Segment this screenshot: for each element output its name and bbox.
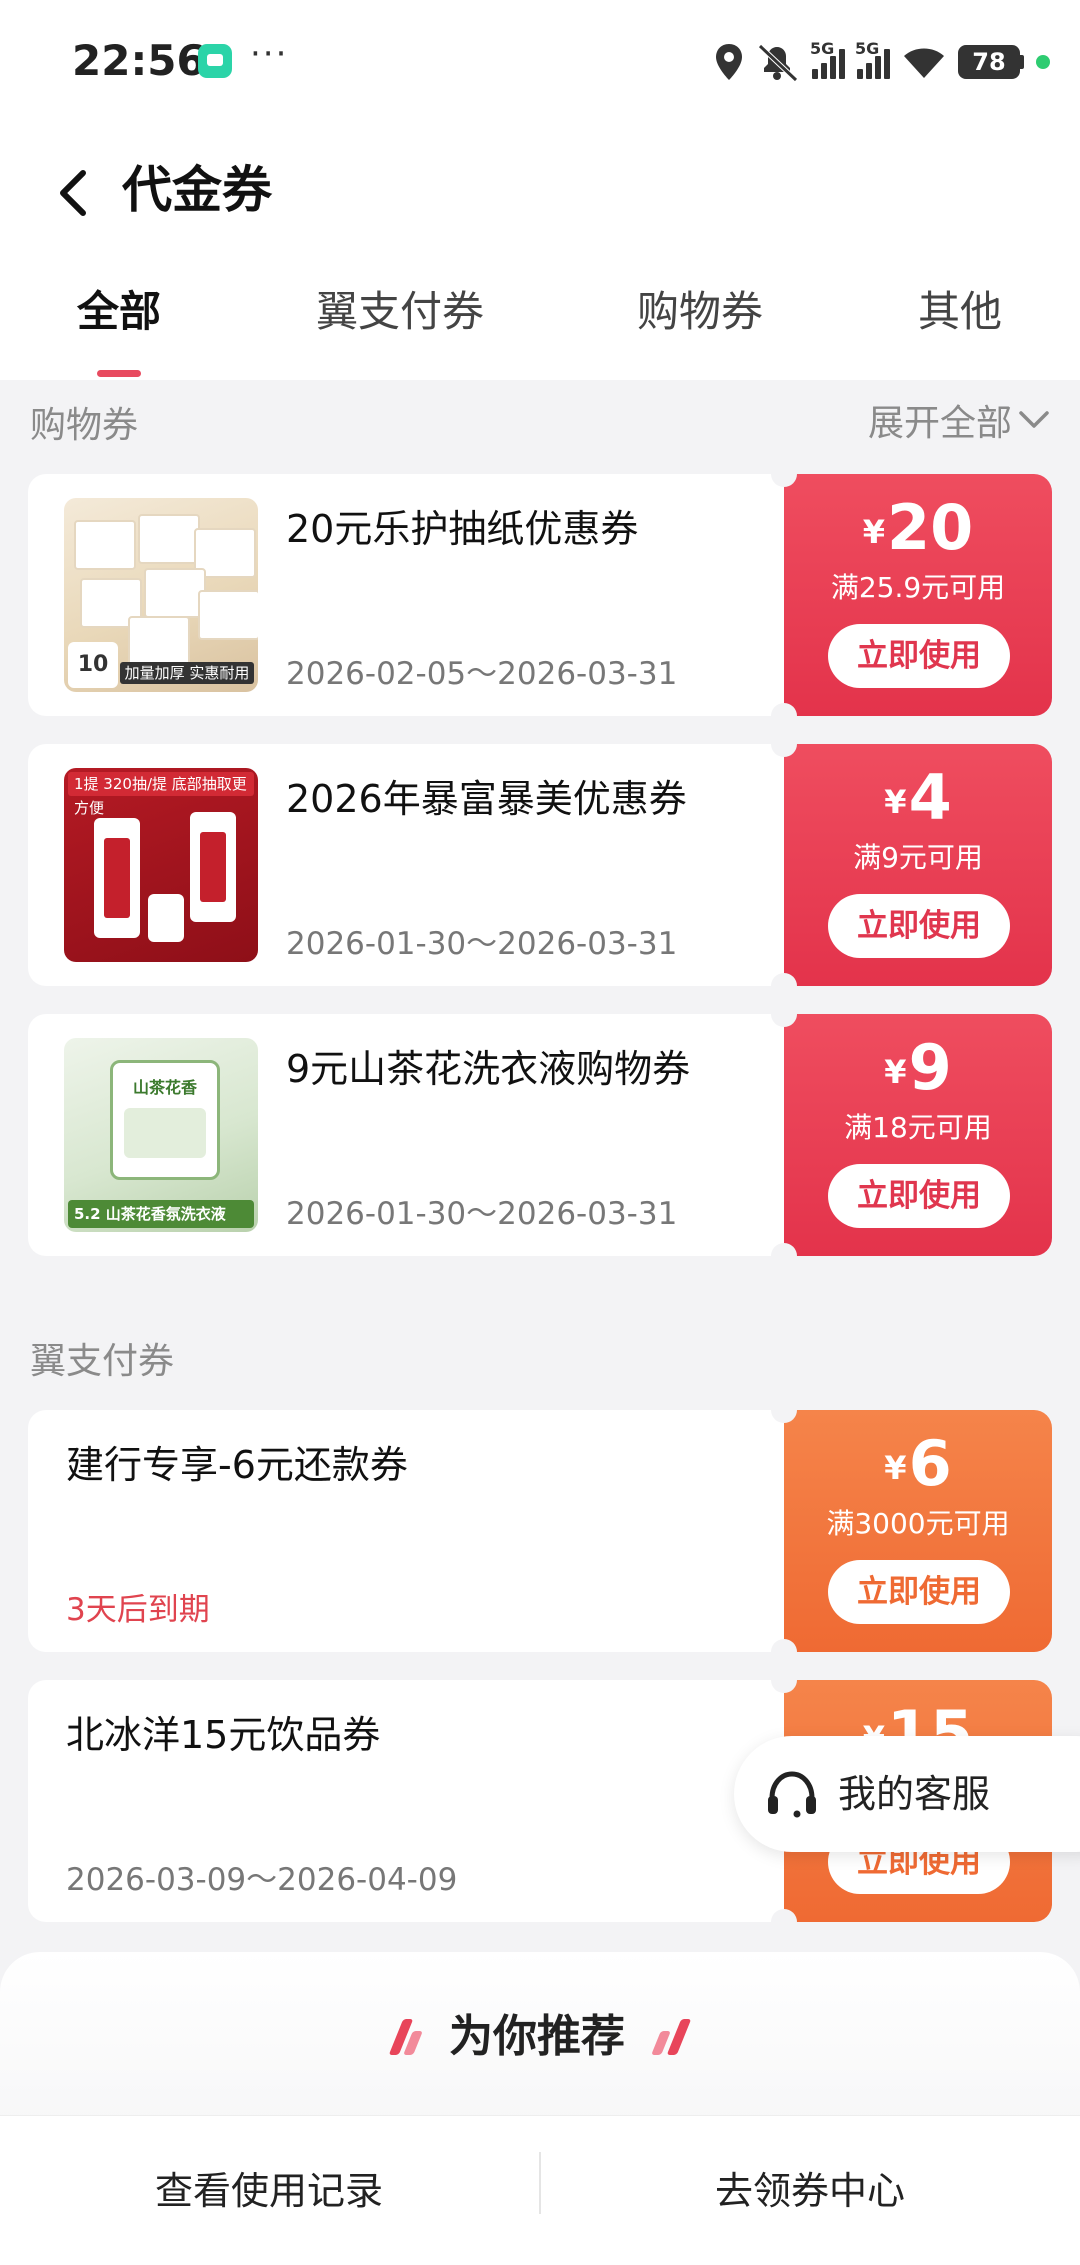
signal-icon: 5G	[810, 39, 845, 79]
thumb-tag-text: 1提 320抽/提 底部抽取更方便	[68, 772, 254, 817]
coupon-validity: 2026-03-09～2026-04-09	[66, 1862, 458, 1898]
tab-other[interactable]: 其他	[890, 282, 1030, 342]
coupon-info: 10 加量加厚 实惠耐用 20元乐护抽纸优惠券 2026-02-05～2026-…	[28, 474, 784, 716]
coupon-info: 北冰洋15元饮品券 2026-03-09～2026-04-09	[28, 1680, 784, 1922]
page-title: 代金券	[122, 161, 272, 219]
coupon-condition: 满25.9元可用	[830, 571, 1006, 604]
wifi-icon	[904, 48, 944, 78]
tab-active-indicator	[97, 370, 141, 377]
tab-shopping[interactable]: 购物券	[610, 282, 790, 342]
tab-bar: 全部 翼支付券 购物券 其他	[0, 260, 1080, 380]
recommend-heading: 为你推荐	[0, 2000, 1080, 2064]
thumb-count-badge: 10	[68, 642, 118, 688]
status-bar: 22:56 ··· 5G 5G 78	[0, 0, 1080, 120]
customer-service-button[interactable]: 我的客服	[734, 1736, 1080, 1852]
coupon-title: 建行专享-6元还款券	[66, 1443, 408, 1487]
tab-yizhifu[interactable]: 翼支付券	[300, 282, 500, 342]
section-label-yizhifu: 翼支付券	[30, 1341, 175, 1382]
chat-app-icon	[198, 44, 232, 78]
battery-icon: 78	[958, 45, 1024, 79]
coupon-value-panel: ¥9 满18元可用 立即使用	[771, 1001, 1052, 1269]
coupon-amount: ¥4	[884, 761, 952, 834]
mute-icon	[758, 44, 798, 82]
product-thumbnail-tissue: 10 加量加厚 实惠耐用	[64, 498, 258, 692]
privacy-indicator-dot	[1036, 55, 1050, 69]
customer-service-label: 我的客服	[838, 1772, 991, 1816]
recommend-title: 为你推荐	[449, 2011, 625, 2062]
thumb-bag-title: 山茶花香	[132, 1078, 197, 1097]
coupon-condition: 满9元可用	[853, 841, 983, 874]
coupon-condition: 满3000元可用	[826, 1507, 1010, 1540]
coupon-card[interactable]: 山茶花香 5.2 山茶花香氛洗衣液 9元山茶花洗衣液购物券 2026-01-30…	[28, 1001, 1052, 1269]
location-icon	[716, 44, 742, 80]
coupon-title: 北冰洋15元饮品券	[66, 1713, 381, 1757]
coupon-value-panel: ¥4 满9元可用 立即使用	[771, 731, 1052, 999]
coupon-amount: ¥20	[862, 491, 974, 564]
coupon-expire-notice: 3天后到期	[66, 1592, 210, 1628]
view-usage-history-button[interactable]: 查看使用记录	[0, 2116, 538, 2265]
status-icons: 5G 5G 78	[714, 38, 1050, 86]
coupon-info: 建行专享-6元还款券 3天后到期	[28, 1410, 784, 1652]
coupon-validity: 2026-02-05～2026-03-31	[286, 656, 678, 692]
coupon-info: 山茶花香 5.2 山茶花香氛洗衣液 9元山茶花洗衣液购物券 2026-01-30…	[28, 1014, 784, 1256]
coupon-info: 1提 320抽/提 底部抽取更方便 2026年暴富暴美优惠券 2026-01-3…	[28, 744, 784, 986]
expand-all-label: 展开全部	[867, 403, 1012, 444]
section-label-shopping: 购物券	[30, 405, 139, 446]
use-now-button[interactable]: 立即使用	[828, 1560, 1010, 1624]
thumb-price-tag: 5.2 山茶花香氛洗衣液	[68, 1200, 254, 1228]
use-now-button[interactable]: 立即使用	[828, 1164, 1010, 1228]
coupon-card[interactable]: 10 加量加厚 实惠耐用 20元乐护抽纸优惠券 2026-02-05～2026-…	[28, 461, 1052, 729]
back-button[interactable]	[38, 158, 108, 228]
product-thumbnail-detergent: 山茶花香 5.2 山茶花香氛洗衣液	[64, 1038, 258, 1232]
coupon-card[interactable]: 建行专享-6元还款券 3天后到期 ¥6 满3000元可用 立即使用	[28, 1397, 1052, 1665]
signal-icon-2: 5G	[855, 39, 890, 79]
coupon-amount: ¥6	[884, 1427, 952, 1500]
decorative-slash-icon	[667, 2019, 692, 2055]
coupon-condition: 满18元可用	[844, 1111, 992, 1144]
tab-all[interactable]: 全部	[58, 282, 180, 342]
coupon-value-panel: ¥6 满3000元可用 立即使用	[771, 1397, 1052, 1665]
bottom-action-bar: 查看使用记录 去领券中心	[0, 2115, 1080, 2265]
coupon-validity: 2026-01-30～2026-03-31	[286, 926, 678, 962]
coupon-value-panel: ¥20 满25.9元可用 立即使用	[771, 461, 1052, 729]
coupon-title: 2026年暴富暴美优惠券	[286, 777, 687, 821]
more-notifications-icon: ···	[250, 34, 289, 74]
thumb-band-text: 加量加厚 实惠耐用	[120, 662, 254, 684]
chevron-left-icon	[60, 170, 86, 216]
coupon-validity: 2026-01-30～2026-03-31	[286, 1196, 678, 1232]
product-thumbnail-tissue-red: 1提 320抽/提 底部抽取更方便	[64, 768, 258, 962]
coupon-card[interactable]: 1提 320抽/提 底部抽取更方便 2026年暴富暴美优惠券 2026-01-3…	[28, 731, 1052, 999]
expand-all-button[interactable]: 展开全部	[868, 394, 1050, 446]
use-now-button[interactable]: 立即使用	[828, 624, 1010, 688]
chevron-down-icon	[1019, 411, 1049, 428]
status-time: 22:56	[72, 36, 206, 85]
coupon-amount: ¥9	[884, 1031, 952, 1104]
coupon-center-button[interactable]: 去领券中心	[541, 2116, 1079, 2265]
headset-icon	[768, 1771, 816, 1818]
header: 代金券	[0, 120, 1080, 260]
coupon-title: 20元乐护抽纸优惠券	[286, 507, 639, 551]
coupon-title: 9元山茶花洗衣液购物券	[286, 1047, 691, 1091]
use-now-button[interactable]: 立即使用	[828, 894, 1010, 958]
